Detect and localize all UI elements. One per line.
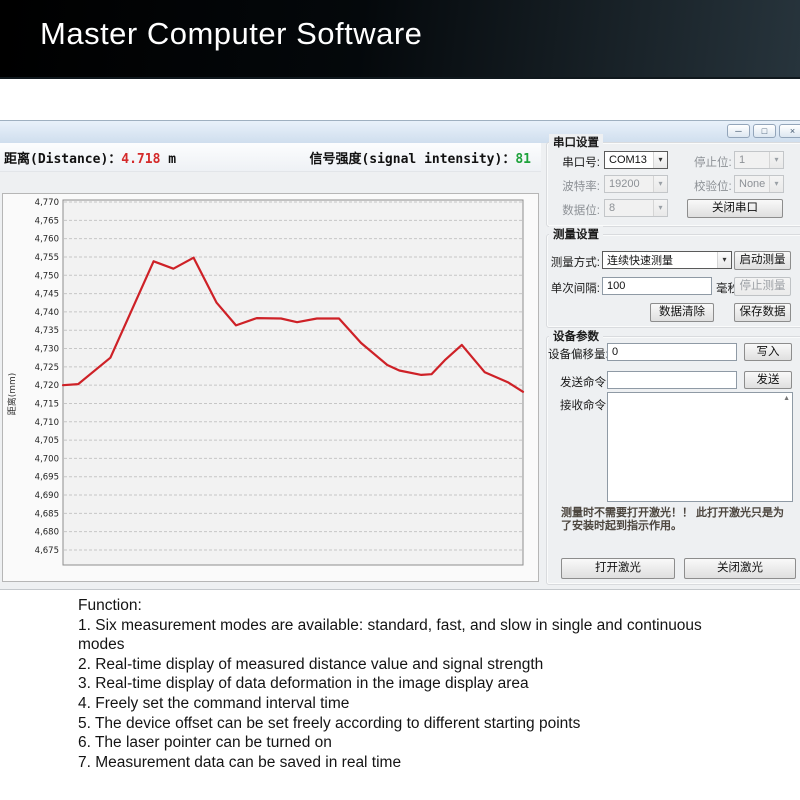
- interval-label: 单次间隔:: [550, 283, 600, 295]
- function-item: 6. The laser pointer can be turned on: [78, 734, 332, 752]
- distance-value: 4.718: [121, 151, 161, 167]
- stop-bit-value: 1: [739, 154, 746, 166]
- svg-text:距离(mm): 距离(mm): [6, 373, 18, 416]
- svg-text:4,680: 4,680: [35, 528, 59, 538]
- function-item: 1. Six measurement modes are available: …: [78, 616, 702, 654]
- stop-bit-label: 停止位:: [694, 157, 732, 169]
- svg-text:4,695: 4,695: [35, 473, 59, 483]
- svg-text:4,760: 4,760: [35, 235, 59, 245]
- chevron-down-icon: ▾: [769, 176, 783, 192]
- window-titlebar: ─ □ ×: [0, 121, 800, 143]
- function-item: 5. The device offset can be set freely a…: [78, 714, 581, 732]
- write-offset-button[interactable]: 写入: [744, 343, 792, 361]
- function-item: 4. Freely set the command interval time: [78, 694, 350, 712]
- send-command-button[interactable]: 发送: [744, 371, 792, 389]
- measure-mode-label: 测量方式:: [550, 257, 600, 269]
- baud-rate-select: 19200 ▾: [604, 175, 668, 193]
- device-offset-label: 设备偏移量:: [548, 349, 609, 361]
- interval-input[interactable]: [602, 277, 712, 295]
- data-bit-select: 8 ▾: [604, 199, 668, 217]
- maximize-icon: □: [761, 126, 768, 136]
- com-port-label: 串口号:: [562, 157, 600, 169]
- function-heading: Function:: [78, 597, 142, 614]
- svg-text:4,740: 4,740: [35, 308, 59, 318]
- parity-bit-label: 校验位:: [694, 181, 732, 193]
- laser-note: 测量时不需要打开激光！！ 此打开激光只是为了安装时起到指示作用。: [561, 507, 785, 532]
- close-button[interactable]: ×: [779, 124, 800, 138]
- minimize-icon: ─: [735, 126, 742, 136]
- svg-text:4,725: 4,725: [35, 363, 59, 373]
- function-item: 7. Measurement data can be saved in real…: [78, 753, 402, 771]
- measure-mode-value: 连续快速测量: [607, 255, 673, 267]
- distance-unit: m: [168, 151, 177, 167]
- function-item: 3. Real-time display of data deformation…: [78, 675, 529, 693]
- signal-value: 81: [515, 151, 531, 167]
- svg-text:4,735: 4,735: [35, 326, 59, 336]
- svg-text:4,710: 4,710: [35, 418, 59, 428]
- device-offset-input[interactable]: [607, 343, 737, 361]
- signal-readout: 信号强度(signal intensity)：81: [309, 148, 531, 167]
- banner-title: Master Computer Software: [40, 16, 423, 51]
- svg-text:4,685: 4,685: [35, 509, 59, 519]
- save-data-button[interactable]: 保存数据: [734, 303, 791, 322]
- data-bit-value: 8: [609, 202, 616, 214]
- send-command-label: 发送命令:: [560, 377, 610, 389]
- clear-data-button[interactable]: 数据清除: [650, 303, 714, 322]
- svg-text:4,765: 4,765: [35, 216, 59, 226]
- signal-label: 信号强度(signal intensity)：: [309, 151, 516, 167]
- svg-text:4,690: 4,690: [35, 491, 59, 501]
- laser-off-button[interactable]: 关闭激光: [684, 558, 796, 579]
- svg-text:4,705: 4,705: [35, 436, 59, 446]
- status-row: 距离(Distance)：4.718 m 信号强度(signal intensi…: [0, 143, 541, 172]
- svg-text:4,770: 4,770: [35, 198, 59, 208]
- chevron-down-icon: ▾: [653, 200, 667, 216]
- laser-on-button[interactable]: 打开激光: [561, 558, 675, 579]
- chevron-down-icon: ▾: [653, 176, 667, 192]
- distance-line-chart: 4,770 4,765 4,760 4,755 4,750 4,745 4,740 4,735…: [6, 198, 525, 566]
- baud-rate-label: 波特率:: [562, 181, 600, 193]
- parity-bit-select: None ▾: [734, 175, 784, 193]
- data-bit-label: 数据位:: [562, 205, 600, 217]
- com-port-select[interactable]: COM13 ▾: [604, 151, 668, 169]
- maximize-button[interactable]: □: [753, 124, 776, 138]
- distance-chart-panel: 4,770 4,765 4,760 4,755 4,750 4,745 4,740 4,735…: [2, 193, 539, 582]
- close-serial-button[interactable]: 关闭串口: [687, 199, 783, 218]
- parity-bit-value: None: [739, 178, 766, 190]
- device-params-title: 设备参数: [549, 328, 603, 344]
- page: Master Computer Software ─ □ × 距离(Distan…: [0, 0, 800, 800]
- com-port-value: COM13: [609, 154, 647, 166]
- function-list: Function: 1. Six measurement modes are a…: [78, 596, 750, 772]
- chevron-down-icon: ▾: [717, 252, 731, 268]
- scroll-up-icon[interactable]: ▲: [783, 395, 790, 402]
- svg-text:4,730: 4,730: [35, 345, 59, 355]
- close-icon: ×: [789, 126, 796, 136]
- stop-bit-select: 1 ▾: [734, 151, 784, 169]
- top-banner: Master Computer Software: [0, 0, 800, 79]
- receive-command-label: 接收命令:: [560, 400, 610, 412]
- app-window: ─ □ × 距离(Distance)：4.718 m 信号强度(signal i…: [0, 120, 800, 590]
- svg-text:4,700: 4,700: [35, 454, 59, 464]
- svg-text:4,750: 4,750: [35, 271, 59, 281]
- measure-settings-title: 测量设置: [549, 226, 603, 242]
- svg-text:4,715: 4,715: [35, 399, 59, 409]
- chevron-down-icon: ▾: [769, 152, 783, 168]
- stop-measure-button: 停止测量: [734, 277, 791, 296]
- minimize-button[interactable]: ─: [727, 124, 750, 138]
- svg-text:4,720: 4,720: [35, 381, 59, 391]
- function-item: 2. Real-time display of measured distanc…: [78, 655, 544, 673]
- baud-rate-value: 19200: [609, 178, 640, 190]
- svg-text:4,755: 4,755: [35, 253, 59, 263]
- chevron-down-icon: ▾: [653, 152, 667, 168]
- start-measure-button[interactable]: 启动测量: [734, 251, 791, 270]
- receive-command-textarea[interactable]: ▲: [607, 392, 793, 502]
- svg-text:4,675: 4,675: [35, 546, 59, 556]
- svg-text:4,745: 4,745: [35, 290, 59, 300]
- distance-label: 距离(Distance)：: [4, 151, 122, 167]
- measure-mode-select[interactable]: 连续快速测量 ▾: [602, 251, 732, 269]
- distance-readout: 距离(Distance)：4.718 m: [4, 148, 176, 167]
- serial-settings-title: 串口设置: [549, 134, 603, 150]
- send-command-input[interactable]: [607, 371, 737, 389]
